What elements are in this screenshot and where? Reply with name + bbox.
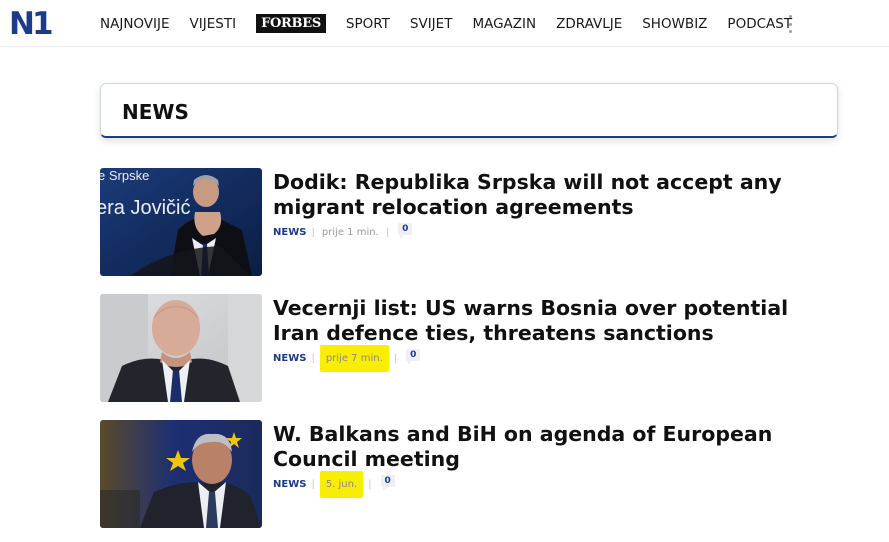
- article-thumbnail[interactable]: [100, 420, 262, 528]
- article-category[interactable]: NEWS: [273, 479, 306, 490]
- meta-separator: |: [311, 352, 315, 364]
- more-vertical-icon[interactable]: [785, 15, 795, 33]
- nav-item-najnovije[interactable]: NAJNOVIJE: [100, 16, 170, 32]
- meta-separator: |: [393, 352, 398, 364]
- nav-item-zdravlje[interactable]: ZDRAVLJE: [556, 16, 622, 32]
- nav-item-sport[interactable]: SPORT: [346, 16, 390, 32]
- section-header: NEWS: [100, 83, 838, 138]
- nav-item-svijet[interactable]: SVIJET: [410, 16, 453, 32]
- thumb-backdrop-text-2: era Jovičić: [100, 197, 190, 219]
- section-title: NEWS: [122, 100, 189, 124]
- article-time-highlighted: prije 7 min.: [319, 344, 389, 372]
- article-thumbnail[interactable]: [100, 294, 262, 402]
- article-time: prije 1 min.: [321, 226, 379, 238]
- meta-separator: |: [385, 226, 390, 238]
- nav-item-magazin[interactable]: MAGAZIN: [472, 16, 536, 32]
- comment-count-badge[interactable]: 0: [398, 223, 413, 239]
- main-nav: NAJNOVIJE VIJESTI Forbes SPORT SVIJET MA…: [90, 0, 802, 47]
- article-item: W. Balkans and BiH on agenda of European…: [100, 420, 840, 528]
- n1-logo[interactable]: N1: [9, 9, 53, 40]
- article-meta: NEWS | prije 7 min. | 0: [273, 344, 421, 372]
- nav-item-forbes[interactable]: Forbes: [256, 14, 326, 33]
- article-headline[interactable]: W. Balkans and BiH on agenda of European…: [273, 422, 833, 472]
- meta-separator: |: [368, 478, 372, 490]
- article-category[interactable]: NEWS: [273, 227, 306, 238]
- top-navigation-bar: N1 NAJNOVIJE VIJESTI Forbes SPORT SVIJET…: [0, 0, 889, 47]
- meta-separator: |: [311, 226, 315, 238]
- comment-count-badge[interactable]: 0: [380, 475, 395, 491]
- article-thumbnail[interactable]: e Srpske era Jovičić: [100, 168, 262, 276]
- thumb-backdrop-text-1: e Srpske: [100, 168, 149, 183]
- article-headline[interactable]: Vecernji list: US warns Bosnia over pote…: [273, 296, 833, 346]
- article-headline[interactable]: Dodik: Republika Srpska will not accept …: [273, 170, 833, 220]
- article-meta: NEWS | prije 1 min. | 0: [273, 223, 413, 240]
- comment-count-badge[interactable]: 0: [406, 349, 421, 365]
- article-time-highlighted: 5. jun.: [319, 470, 364, 498]
- article-category[interactable]: NEWS: [273, 353, 306, 364]
- nav-item-vijesti[interactable]: VIJESTI: [190, 16, 237, 32]
- article-item: Vecernji list: US warns Bosnia over pote…: [100, 294, 840, 402]
- meta-separator: |: [311, 478, 315, 490]
- article-item: e Srpske era Jovičić Dodik: Republika Sr…: [100, 168, 840, 276]
- logo-text[interactable]: N1: [9, 9, 53, 40]
- article-meta: NEWS | 5. jun. | 0: [273, 470, 395, 498]
- nav-item-podcast[interactable]: PODCAST: [727, 16, 792, 32]
- nav-item-showbiz[interactable]: SHOWBIZ: [642, 16, 707, 32]
